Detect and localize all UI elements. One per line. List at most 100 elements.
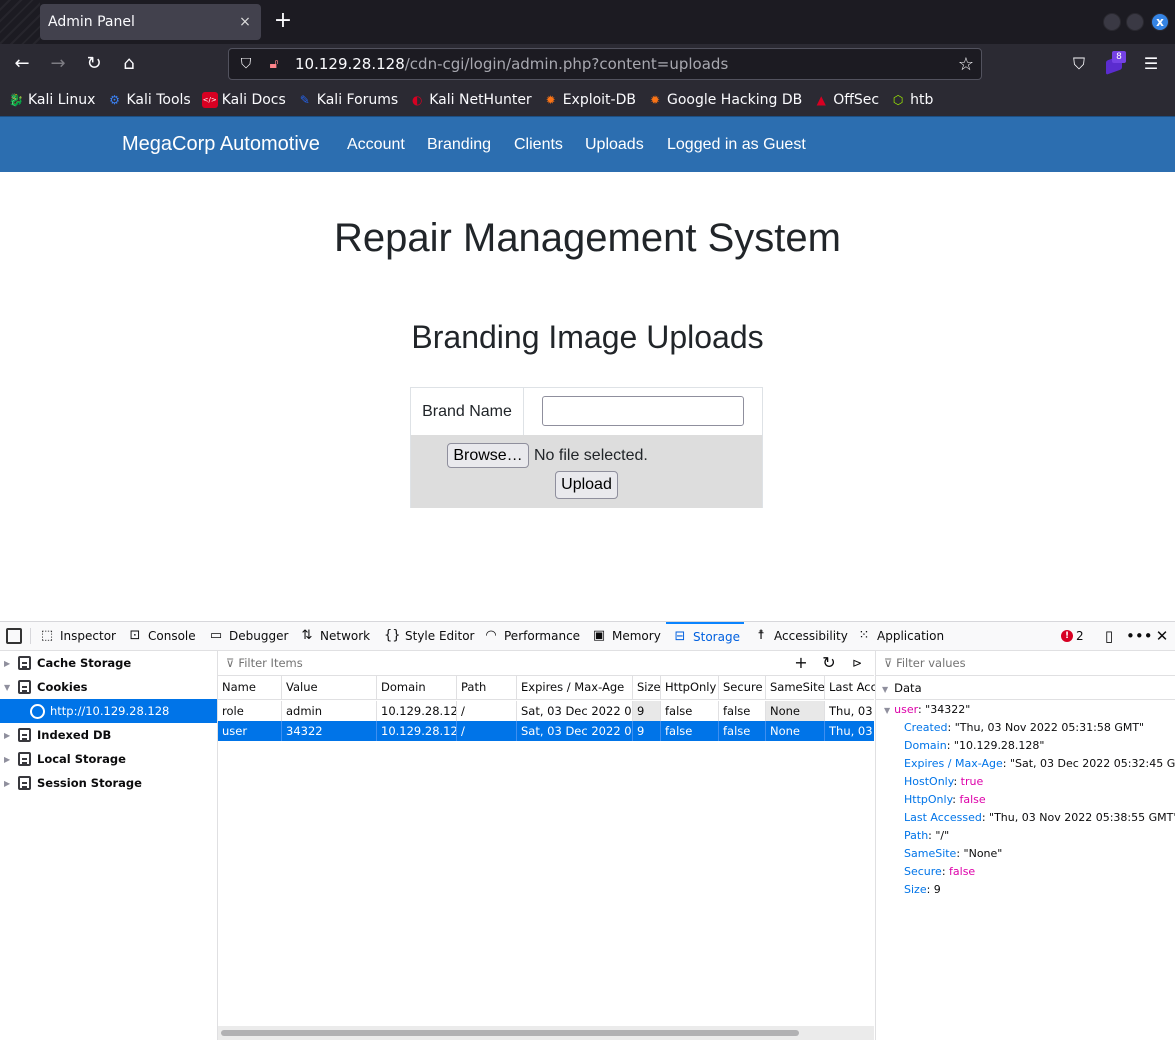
tree-item-local-storage[interactable]: ▶ Local Storage	[0, 747, 217, 771]
tab-network[interactable]: ⇅ Network	[299, 622, 371, 650]
detail-prop-httponly[interactable]: HttpOnly: false	[904, 791, 986, 809]
column-header-value[interactable]: Value	[282, 676, 377, 699]
column-header-samesite[interactable]: SameSite	[766, 676, 825, 699]
kali-forums-icon: ✎	[299, 93, 310, 107]
expand-triangle-icon[interactable]: ▼	[884, 706, 890, 715]
detail-separator: :	[941, 865, 950, 878]
browser-tab-admin-panel[interactable]: Admin Panel ×	[40, 4, 261, 40]
tree-item-cookies[interactable]: ▼ Cookies	[0, 675, 217, 699]
bookmark-ghdb[interactable]: ✹ Google Hacking DB	[647, 92, 802, 108]
filter-values-input[interactable]: ⊽ Filter values	[884, 656, 966, 670]
detail-prop-key: Domain	[904, 739, 947, 752]
tree-item-session-storage[interactable]: ▶ Session Storage	[0, 771, 217, 795]
tab-style-editor[interactable]: {} Style Editor	[384, 622, 474, 650]
close-devtools-icon[interactable]: ✕	[1152, 626, 1172, 646]
table-row[interactable]: role admin 10.129.28.128/Sat, 03 Dec 2022 …	[218, 701, 885, 721]
tree-item-label: Cookies	[37, 680, 88, 694]
window-minimize-button[interactable]	[1103, 13, 1121, 31]
pocket-icon[interactable]: ⛉	[1067, 52, 1091, 76]
bookmark-kali-forums[interactable]: ✎ Kali Forums	[297, 92, 398, 108]
detail-prop-samesite[interactable]: SameSite: "None"	[904, 845, 1002, 863]
upload-button[interactable]: Upload	[555, 471, 618, 499]
tree-item-cookie-host[interactable]: http://10.129.28.128	[0, 699, 217, 723]
table-cell: 10.129.28.128	[377, 721, 457, 741]
error-count-badge[interactable]: ! 2	[1061, 629, 1084, 643]
hamburger-menu-icon[interactable]: ☰	[1139, 52, 1163, 76]
reload-button[interactable]: ↻	[80, 50, 108, 78]
responsive-design-icon[interactable]: ▯	[1099, 626, 1119, 646]
collapsed-triangle-icon[interactable]: ▶	[4, 779, 12, 788]
element-picker-icon[interactable]	[6, 628, 22, 644]
detail-prop-last-accessed[interactable]: Last Accessed: "Thu, 03 Nov 2022 05:38:5…	[904, 809, 1175, 827]
detail-prop-hostonly[interactable]: HostOnly: true	[904, 773, 983, 791]
tab-close-icon[interactable]: ×	[237, 14, 253, 30]
url-text[interactable]: 10.129.28.128/cdn-cgi/login/admin.php?co…	[295, 55, 951, 73]
nav-link-logged-in[interactable]: Logged in as Guest	[667, 136, 806, 154]
tab-performance[interactable]: ◠ Performance	[483, 622, 580, 650]
nav-link-clients[interactable]: Clients	[514, 136, 563, 154]
detail-prop-expires-max-age[interactable]: Expires / Max-Age: "Sat, 03 Dec 2022 05:…	[904, 755, 1175, 773]
nav-link-uploads[interactable]: Uploads	[585, 136, 644, 154]
tab-storage[interactable]: ⊟ Storage	[666, 622, 744, 650]
tree-item-indexed-db[interactable]: ▶ Indexed DB	[0, 723, 217, 747]
detail-prop-created[interactable]: Created: "Thu, 03 Nov 2022 05:31:58 GMT"	[904, 719, 1144, 737]
brand-name-input[interactable]	[542, 396, 744, 426]
bookmark-offsec[interactable]: ▲ OffSec	[813, 92, 880, 108]
bookmark-star-icon[interactable]: ☆	[951, 54, 981, 75]
column-header-expires-max-age[interactable]: Expires / Max-Age	[517, 676, 633, 699]
tree-item-label: Indexed DB	[37, 728, 112, 742]
browse-file-button[interactable]: Browse…	[447, 443, 529, 468]
tab-memory[interactable]: ▣ Memory	[591, 622, 661, 650]
collapsed-triangle-icon[interactable]: ▶	[4, 731, 12, 740]
tab-console[interactable]: ⊡ Console	[127, 622, 196, 650]
bookmark-htb-cube[interactable]: ⬡ htb	[890, 92, 934, 108]
column-header-httponly[interactable]: HttpOnly	[661, 676, 719, 699]
back-button[interactable]: ←	[8, 50, 36, 78]
home-button[interactable]: ⌂	[115, 50, 143, 78]
site-brand-link[interactable]: MegaCorp Automotive	[122, 133, 320, 156]
horizontal-scrollbar[interactable]	[218, 1026, 874, 1040]
scrollbar-thumb[interactable]	[221, 1030, 799, 1036]
window-maximize-button[interactable]	[1126, 13, 1144, 31]
detail-prop-domain[interactable]: Domain: "10.129.28.128"	[904, 737, 1045, 755]
column-header-secure[interactable]: Secure	[719, 676, 766, 699]
bookmark-exploit-db[interactable]: ✹ Exploit-DB	[543, 92, 636, 108]
tab-accessibility[interactable]: ☨ Accessibility	[753, 622, 847, 650]
toggle-sidebar-button[interactable]: ⊳	[848, 654, 866, 672]
refresh-button[interactable]: ↻	[820, 654, 838, 672]
more-options-icon[interactable]: •••	[1126, 626, 1153, 646]
tab-application[interactable]: ⁙ Application	[856, 622, 945, 650]
column-header-domain[interactable]: Domain	[377, 676, 457, 699]
detail-prop-secure[interactable]: Secure: false	[904, 863, 975, 881]
insecure-lock-icon[interactable]: 🔓︎	[263, 56, 285, 72]
collapsed-triangle-icon[interactable]: ▶	[4, 659, 12, 668]
bookmark-kali-dragon[interactable]: 🐉 Kali Linux	[8, 92, 96, 108]
nav-link-branding[interactable]: Branding	[427, 136, 491, 154]
detail-prop-size[interactable]: Size: 9	[904, 881, 941, 899]
column-header-path[interactable]: Path	[457, 676, 517, 699]
tab-inspector[interactable]: ⬚ Inspector	[39, 622, 116, 650]
column-header-name[interactable]: Name	[218, 676, 282, 699]
filter-values-bar[interactable]: ⊽ Filter values	[876, 651, 1175, 676]
nav-link-account[interactable]: Account	[347, 136, 405, 154]
filter-items-input[interactable]: ⊽ Filter Items	[226, 656, 303, 670]
add-item-button[interactable]: +	[792, 654, 810, 672]
bookmark-kali-tools[interactable]: ⚙ Kali Tools	[106, 92, 191, 108]
tree-item-cache-storage[interactable]: ▶ Cache Storage	[0, 651, 217, 675]
window-close-button[interactable]: x	[1151, 13, 1169, 31]
url-bar[interactable]: ⛉ 🔓︎ 10.129.28.128/cdn-cgi/login/admin.p…	[228, 48, 982, 80]
detail-prop-value: "Thu, 03 Nov 2022 05:38:55 GMT"	[989, 811, 1175, 824]
expanded-triangle-icon[interactable]: ▼	[4, 683, 12, 692]
new-tab-button[interactable]: +	[272, 10, 294, 34]
table-row[interactable]: user 34322 10.129.28.128/Sat, 03 Dec 2022 …	[218, 721, 885, 741]
collapsed-triangle-icon[interactable]: ▶	[4, 755, 12, 764]
bookmark-kali-nethunter[interactable]: ◐ Kali NetHunter	[409, 92, 532, 108]
bookmark-kali-docs[interactable]: </> Kali Docs	[201, 92, 286, 108]
data-section-header[interactable]: ▼ Data	[876, 676, 1175, 700]
tab-debugger[interactable]: ▭ Debugger	[208, 622, 289, 650]
detail-prop-path[interactable]: Path: "/"	[904, 827, 949, 845]
shield-icon[interactable]: ⛉	[235, 56, 257, 72]
column-header-size[interactable]: Size	[633, 676, 661, 699]
forward-button[interactable]: →	[44, 50, 72, 78]
detail-root-entry[interactable]: ▼ user: "34322"	[884, 701, 970, 719]
